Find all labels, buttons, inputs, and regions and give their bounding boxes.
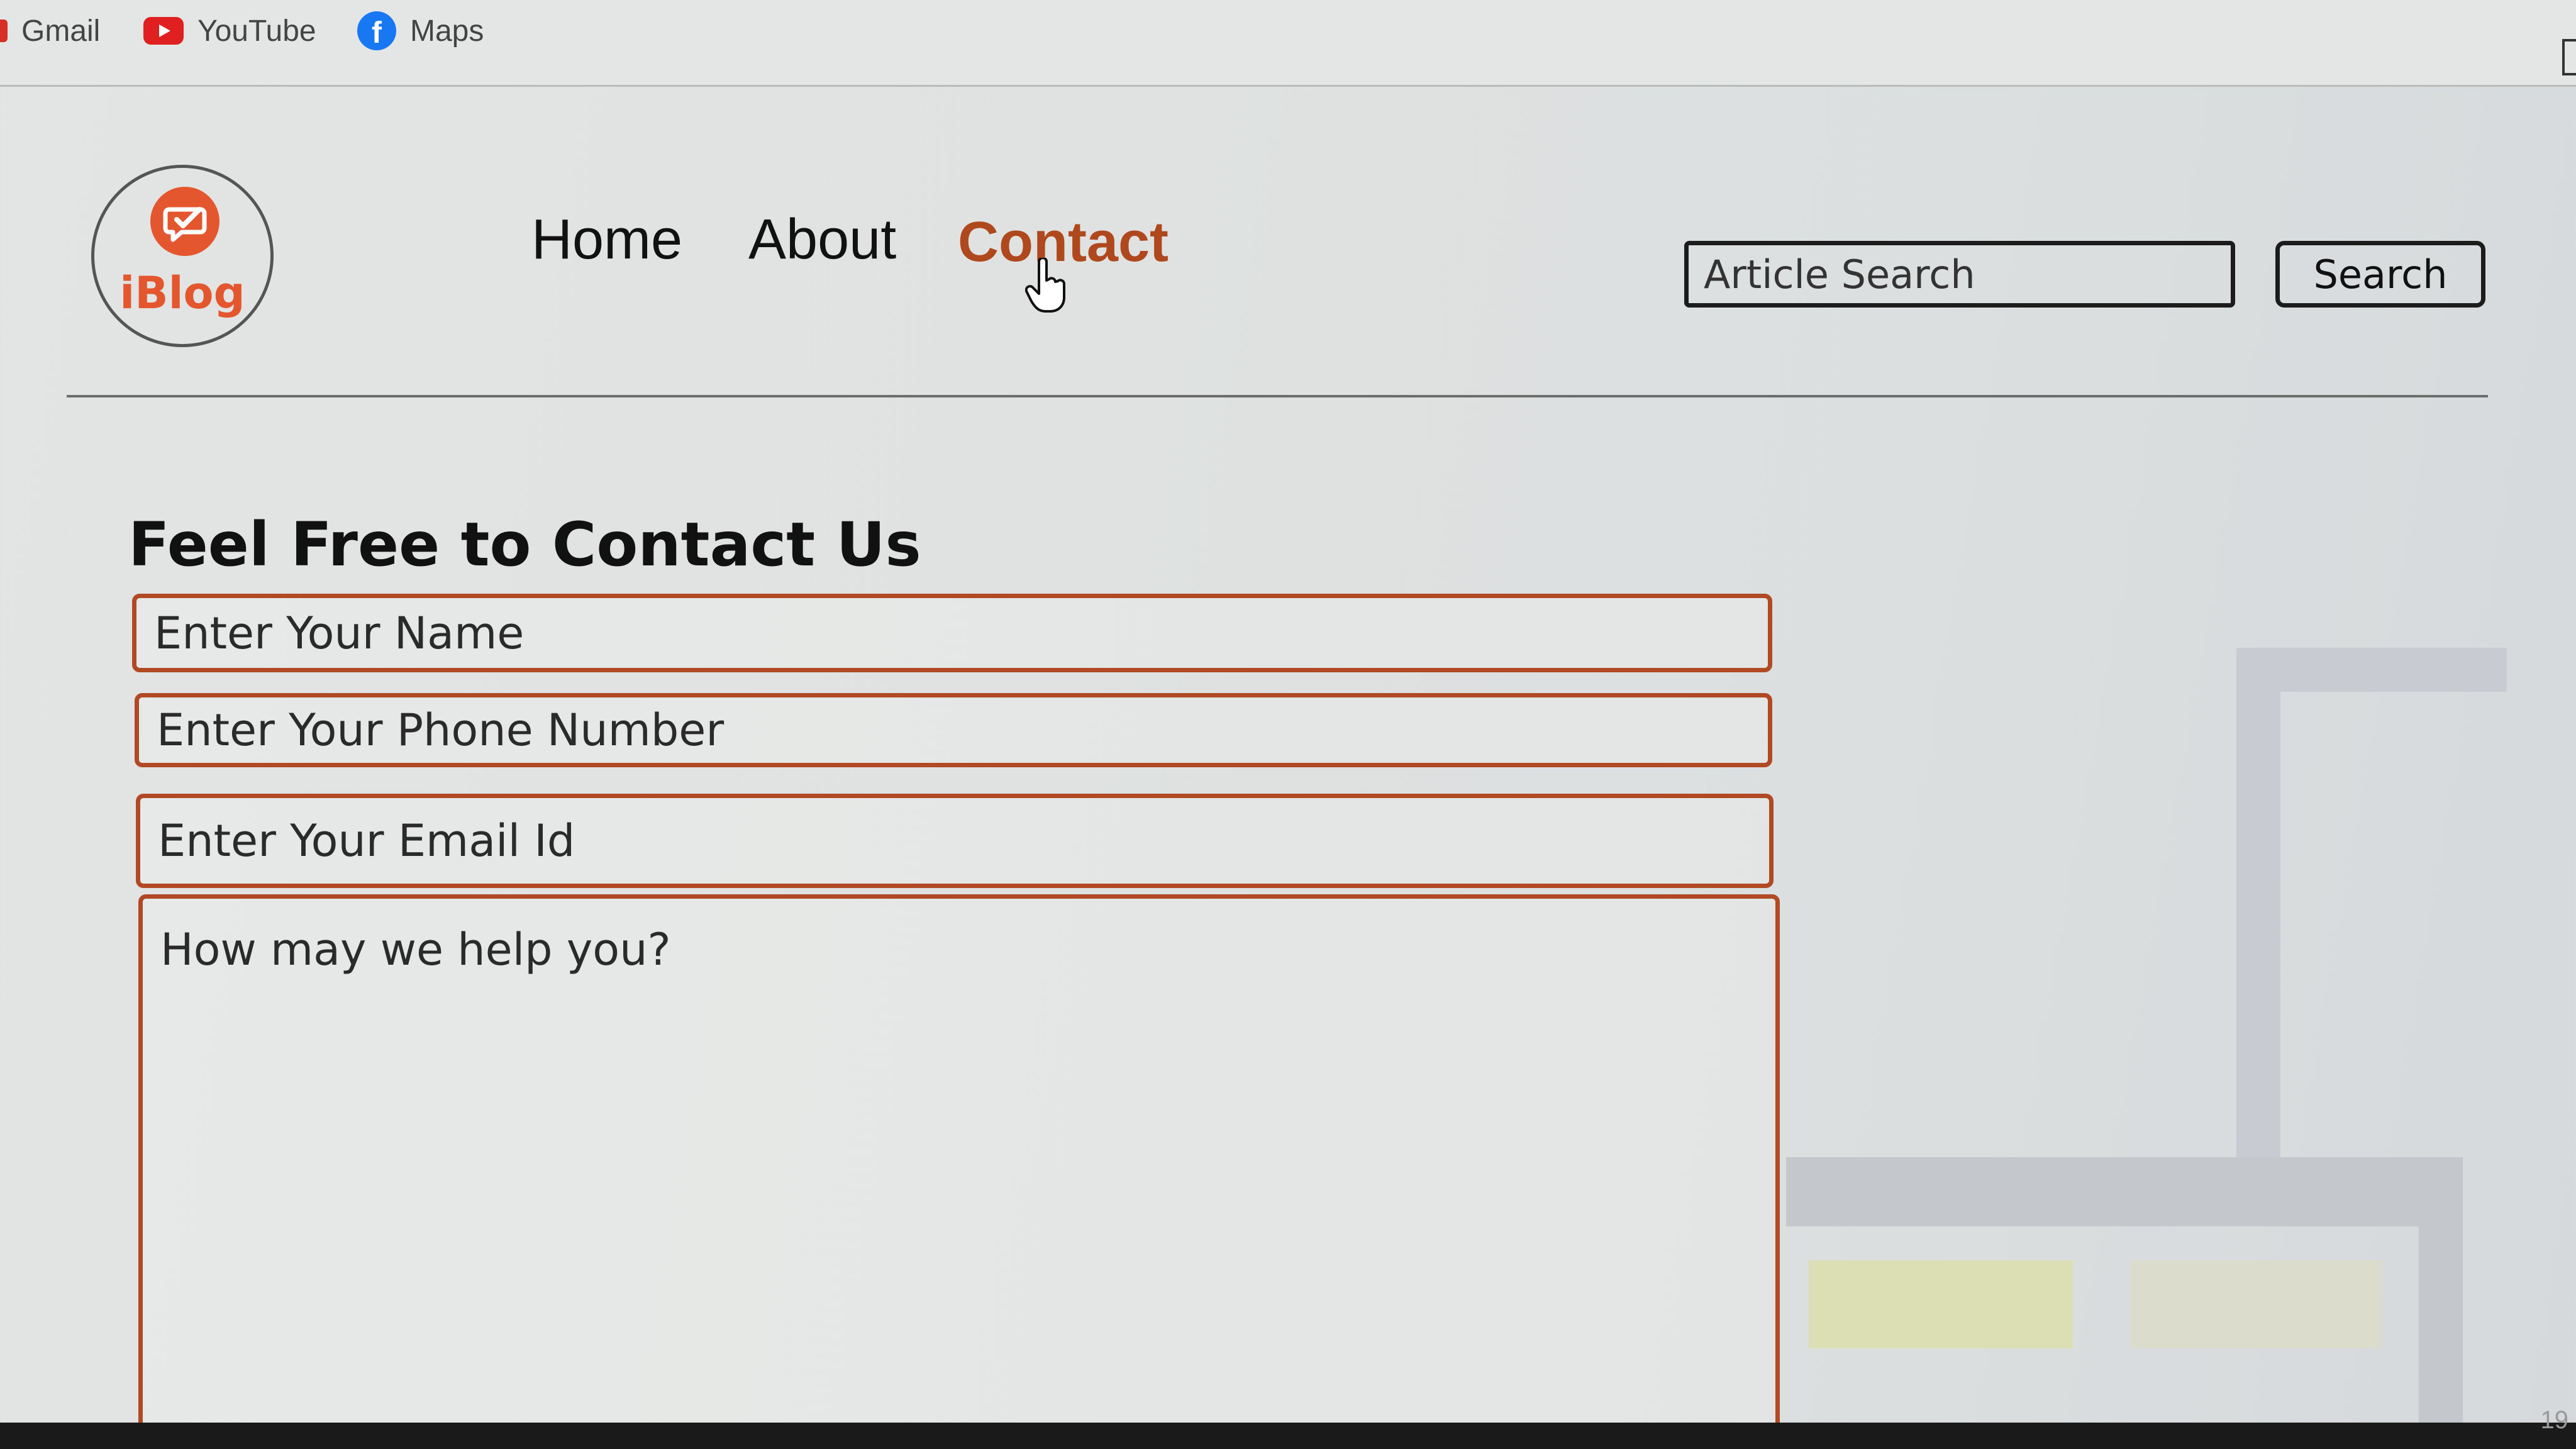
facebook-icon: f [357,11,396,50]
site-logo[interactable]: iBlog [91,165,274,347]
reading-list-icon[interactable] [2562,39,2576,75]
header-divider [67,395,2488,397]
nav-about-link[interactable]: About [748,208,896,272]
background-block-graphic [1809,1260,2073,1348]
bookmarks-bar: Gmail YouTube f Maps [0,0,2576,87]
taskbar-clock: 19 [2540,1406,2569,1434]
background-stand-graphic [2419,1157,2463,1449]
background-screen-graphic [2236,648,2507,1189]
background-desk-graphic [1786,1157,2463,1226]
search-button[interactable]: Search [2275,241,2485,308]
youtube-icon [143,17,184,45]
chat-check-icon [163,207,207,242]
bookmark-label: Gmail [21,14,101,48]
message-field[interactable] [138,894,1780,1449]
nav-home-link[interactable]: Home [531,208,682,272]
gmail-icon [0,19,8,42]
email-field[interactable] [136,794,1774,888]
bookmark-gmail[interactable]: Gmail [0,9,100,53]
phone-field[interactable] [135,693,1772,767]
hand-cursor-icon [1025,258,1065,313]
page-title: Feel Free to Contact Us [128,509,921,580]
bookmark-maps[interactable]: f Maps [357,9,484,53]
bookmark-label: Maps [410,14,484,48]
logo-badge-icon [150,187,219,256]
name-field[interactable] [132,594,1772,672]
article-search-input[interactable] [1684,241,2235,308]
bookmark-label: YouTube [197,14,316,48]
logo-text: iBlog [119,267,245,319]
bookmark-youtube[interactable]: YouTube [143,9,316,53]
background-block-graphic [2131,1260,2382,1348]
os-taskbar [0,1423,2576,1449]
